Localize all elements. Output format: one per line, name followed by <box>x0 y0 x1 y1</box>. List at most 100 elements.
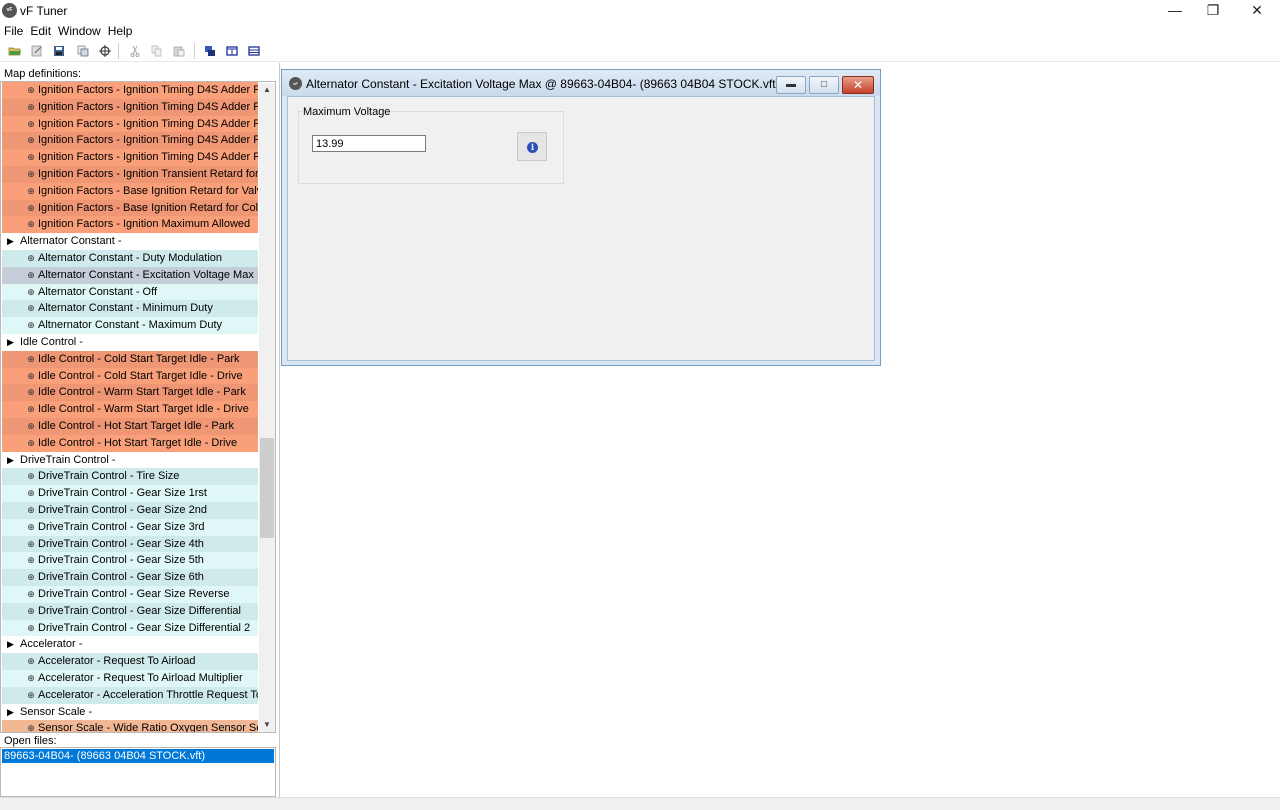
tree-item[interactable]: ⊕ DriveTrain Control - Gear Size Differen… <box>2 619 258 637</box>
menu-window[interactable]: Window <box>54 22 104 38</box>
tree-item[interactable]: ⊕ Alternator Constant - Excitation Voltag… <box>2 266 258 284</box>
tree-item[interactable]: ⊕ Alternator Constant - Off <box>2 283 258 301</box>
menu-help[interactable]: Help <box>104 22 136 38</box>
menu-file[interactable]: File <box>0 22 26 38</box>
open-file-item[interactable]: 89663-04B04- (89663 04B04 STOCK.vft) <box>2 749 274 763</box>
tree-item[interactable]: ⊕ DriveTrain Control - Gear Size Differen… <box>2 602 258 620</box>
tree-item[interactable]: ⊕ Accelerator - Acceleration Throttle Req… <box>2 686 258 704</box>
save-icon[interactable] <box>52 44 66 58</box>
open-files-list[interactable]: 89663-04B04- (89663 04B04 STOCK.vft) <box>0 747 276 797</box>
toolbar-separator <box>194 43 195 59</box>
tree-item[interactable]: ⊕ DriveTrain Control - Gear Size Reverse <box>2 586 258 603</box>
tree-item[interactable]: ⊕ Ignition Factors - Ignition Timing D4S … <box>2 82 258 99</box>
child-close-button[interactable]: ✕ <box>842 76 874 94</box>
tree-item[interactable]: ⊕ Idle Control - Cold Start Target Idle -… <box>2 350 258 368</box>
menu-edit[interactable]: Edit <box>26 22 54 38</box>
map-editor-titlebar[interactable]: vF Alternator Constant - Excitation Volt… <box>282 70 880 96</box>
tree-item-label: Sensor Scale - Wide Ratio Oxygen Sensor … <box>38 722 258 733</box>
tree-item[interactable]: ⊕ Accelerator - Request To Airload Multip… <box>2 670 258 687</box>
tree-item[interactable]: ⊕ DriveTrain Control - Tire Size <box>2 468 258 486</box>
tree-item[interactable]: ⊕ Idle Control - Warm Start Target Idle -… <box>2 384 258 402</box>
map-editor-window[interactable]: vF Alternator Constant - Excitation Volt… <box>281 69 881 366</box>
tree-item-label: DriveTrain Control - Tire Size <box>38 470 180 483</box>
tree-item-label: Ignition Factors - Ignition Timing D4S A… <box>38 134 258 147</box>
tree-item-label: Accelerator - Request To Airload <box>38 655 196 668</box>
maximum-voltage-input[interactable] <box>312 135 426 152</box>
tree-scrollbar[interactable]: ▲ ▼ <box>259 83 275 732</box>
tree-item-label: Altnernator Constant - Maximum Duty <box>38 319 223 332</box>
child-minimize-button[interactable]: ▬ <box>776 76 806 94</box>
tile-horizontal-icon[interactable] <box>225 44 239 58</box>
tree-item-label: DriveTrain Control - Gear Size Different… <box>38 604 241 617</box>
tile-vertical-icon[interactable] <box>247 44 261 58</box>
scroll-up-arrow-icon[interactable]: ▲ <box>259 83 275 97</box>
toolbar-separator <box>118 43 119 59</box>
tree-item[interactable]: ⊕ Ignition Factors - Base Ignition Retard… <box>2 182 258 200</box>
tree-item[interactable]: ⊕ DriveTrain Control - Gear Size 4th <box>2 535 258 553</box>
vf-logo-icon: vF <box>2 3 17 18</box>
map-definitions-label: Map definitions: <box>4 68 82 80</box>
tree-category[interactable]: ▶ Alternator Constant - <box>2 233 258 250</box>
tree-category[interactable]: ▶ Idle Control - <box>2 334 258 351</box>
tree-item-label: Accelerator - <box>20 638 83 651</box>
map-node-icon: ⊕ <box>27 555 35 566</box>
tree-item[interactable]: ⊕ Altnernator Constant - Maximum Duty <box>2 317 258 334</box>
tree-item[interactable]: ⊕ Sensor Scale - Wide Ratio Oxygen Sensor… <box>2 720 258 733</box>
scroll-thumb[interactable] <box>260 438 274 538</box>
tree-item-label: Alternator Constant - <box>20 235 122 248</box>
target-icon[interactable] <box>98 44 112 58</box>
map-node-icon: ⊕ <box>27 152 35 163</box>
tree-item[interactable]: ⊕ Ignition Factors - Ignition Timing D4S … <box>2 149 258 166</box>
tree-item[interactable]: ⊕ Alternator Constant - Minimum Duty <box>2 300 258 318</box>
tree-item[interactable]: ⊕ Ignition Factors - Ignition Timing D4S … <box>2 115 258 133</box>
map-node-icon: ⊕ <box>27 202 35 213</box>
tree-item-label: Idle Control - Warm Start Target Idle - … <box>38 403 249 416</box>
tree-item[interactable]: ⊕ Ignition Factors - Base Ignition Retard… <box>2 199 258 217</box>
child-maximize-button[interactable]: □ <box>809 76 839 94</box>
map-definitions-tree[interactable]: ⊕ Sensor Scale - Wide Ratio Oxygen Sensor… <box>0 81 276 733</box>
tree-item[interactable]: ⊕ DriveTrain Control - Gear Size 5th <box>2 552 258 570</box>
map-node-icon: ⊕ <box>27 387 35 398</box>
tree-item[interactable]: ⊕ DriveTrain Control - Gear Size 3rd <box>2 518 258 536</box>
tree-item-label: DriveTrain Control - Gear Size 6th <box>38 571 204 584</box>
tree-item-label: Idle Control - Hot Start Target Idle - P… <box>38 420 235 432</box>
tree-item-label: Ignition Factors - Ignition Timing D4S A… <box>38 100 258 113</box>
open-folder-icon[interactable] <box>8 44 22 58</box>
paste-icon[interactable] <box>172 44 186 58</box>
tree-item-label: Idle Control - Warm Start Target Idle - … <box>38 386 246 399</box>
folder-tag-icon: ▶ <box>7 706 14 717</box>
tree-item[interactable]: ⊕ DriveTrain Control - Gear Size 6th <box>2 569 258 586</box>
tree-item[interactable]: ⊕ Ignition Factors - Ignition Timing D4S … <box>2 98 258 116</box>
info-button[interactable]: i <box>517 132 547 161</box>
tree-item-label: Idle Control - Cold Start Target Idle - … <box>38 369 243 382</box>
restore-button[interactable]: ❐ <box>1190 0 1236 22</box>
map-node-icon: ⊕ <box>27 269 35 280</box>
map-node-icon: ⊕ <box>27 353 35 364</box>
tree-item[interactable]: ⊕ DriveTrain Control - Gear Size 2nd <box>2 502 258 519</box>
save-as-icon[interactable] <box>30 44 44 58</box>
tree-item[interactable]: ⊕ Idle Control - Hot Start Target Idle - … <box>2 434 258 452</box>
tree-item[interactable]: ⊕ Ignition Factors - Ignition Maximum All… <box>2 216 258 234</box>
tree-item[interactable]: ⊕ Alternator Constant - Duty Modulation <box>2 250 258 267</box>
tree-item[interactable]: ⊕ Idle Control - Warm Start Target Idle -… <box>2 401 258 418</box>
copy-icon[interactable] <box>150 44 164 58</box>
tree-category[interactable]: ▶ DriveTrain Control - <box>2 451 258 469</box>
tree-item[interactable]: ⊕ Idle Control - Hot Start Target Idle - … <box>2 418 258 435</box>
tree-item-label: Ignition Factors - Base Ignition Retard … <box>38 184 258 197</box>
left-pane: Map definitions: ⊕ Sensor Scale - Wide Ra… <box>0 63 280 798</box>
scroll-down-arrow-icon[interactable]: ▼ <box>259 718 275 732</box>
cut-icon[interactable] <box>128 44 142 58</box>
cascade-icon[interactable] <box>203 44 217 58</box>
tree-item-label: Ignition Factors - Ignition Maximum Allo… <box>38 218 251 231</box>
tree-category[interactable]: ▶ Accelerator - <box>2 636 258 654</box>
maximum-voltage-group: Maximum Voltage i <box>298 106 564 184</box>
tree-item[interactable]: ⊕ Accelerator - Request To Airload <box>2 653 258 670</box>
tree-item[interactable]: ⊕ Ignition Factors - Ignition Timing D4S … <box>2 132 258 150</box>
tree-item[interactable]: ⊕ Idle Control - Cold Start Target Idle -… <box>2 367 258 385</box>
tree-item-label: Ignition Factors - Ignition Timing D4S A… <box>38 151 258 164</box>
tree-item[interactable]: ⊕ DriveTrain Control - Gear Size 1rst <box>2 485 258 502</box>
close-button[interactable]: ✕ <box>1234 0 1280 22</box>
tree-category[interactable]: ▶ Sensor Scale - <box>2 703 258 721</box>
tree-item[interactable]: ⊕ Ignition Factors - Ignition Transient R… <box>2 166 258 183</box>
compare-icon[interactable] <box>76 44 90 58</box>
